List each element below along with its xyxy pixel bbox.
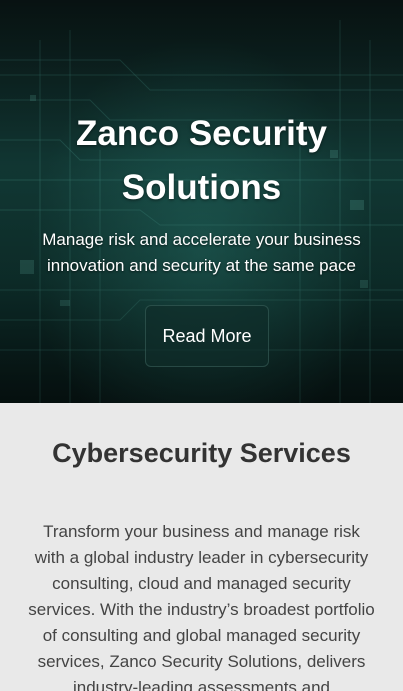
hero-section: Zanco Security Solutions Manage risk and…	[0, 0, 403, 403]
services-title: Cybersecurity Services	[52, 438, 351, 468]
hero-subtitle: Manage risk and accelerate your business…	[42, 230, 361, 275]
services-section: Cybersecurity Services Transform your bu…	[0, 403, 403, 691]
read-more-button[interactable]: Read More	[145, 305, 269, 367]
hero-title: Zanco Security Solutions	[76, 114, 327, 207]
services-description: Transform your business and manage risk …	[28, 522, 375, 691]
